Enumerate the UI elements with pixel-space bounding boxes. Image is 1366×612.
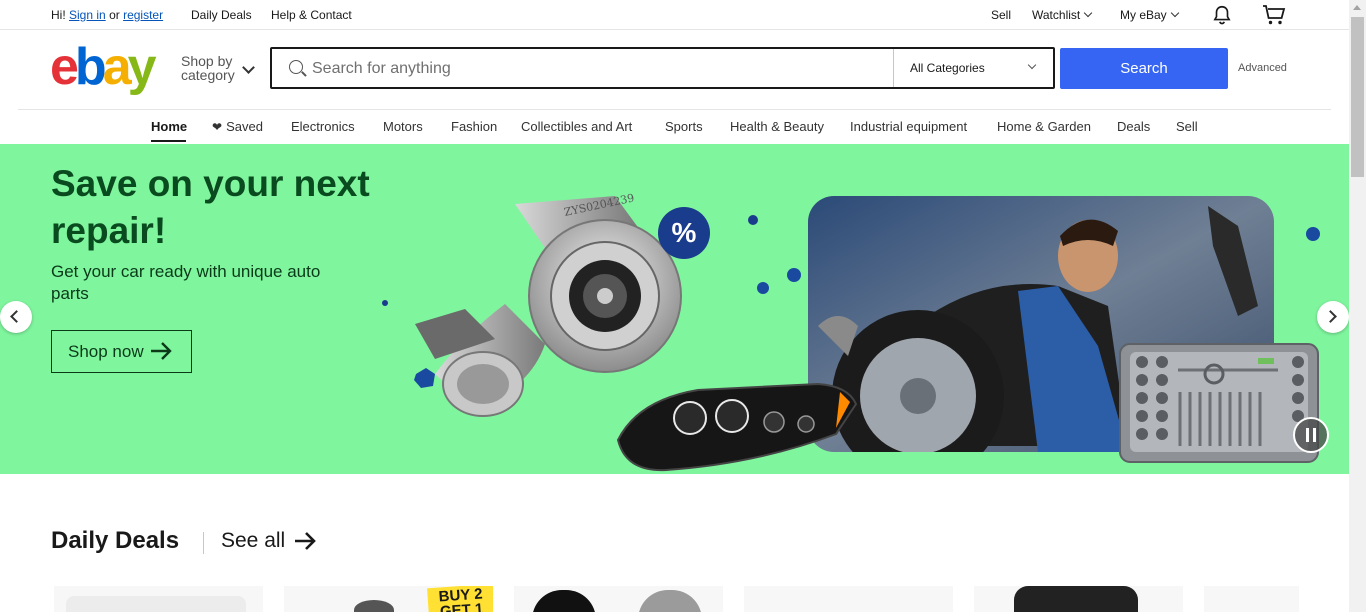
active-tab-underline [151, 140, 186, 142]
greeting-area: Hi! Sign in or register [51, 8, 163, 22]
daily-deals-link[interactable]: Daily Deals [191, 8, 252, 22]
page-scrollbar[interactable] [1349, 0, 1366, 612]
advanced-search-link[interactable]: Advanced [1238, 62, 1287, 74]
daily-deals-heading: Daily Deals [51, 527, 180, 554]
watchlist-label: Watchlist [1032, 8, 1081, 22]
chevron-down-icon [1170, 8, 1179, 18]
heading-divider [203, 532, 204, 554]
heart-icon: ❤ [212, 120, 223, 134]
see-all-link[interactable]: See all [221, 529, 285, 553]
nav-item-fashion[interactable]: Fashion [451, 119, 497, 134]
search-bar: All Categories [270, 47, 1055, 89]
shop-by-category-button[interactable]: Shop by category [181, 54, 235, 82]
promo-badge: BUY 2 GET 1 [427, 586, 493, 612]
nav-item-collectibles[interactable]: Collectibles and Art [521, 119, 632, 134]
greeting-text: Hi! [51, 8, 66, 22]
arrow-right-icon[interactable] [293, 530, 317, 557]
my-ebay-label: My eBay [1120, 8, 1167, 22]
nav-item-saved[interactable]: ❤ Saved [212, 119, 263, 134]
nav-item-electronics[interactable]: Electronics [291, 119, 355, 134]
search-input[interactable] [312, 57, 872, 81]
chevron-down-icon [1083, 8, 1093, 18]
watchlist-menu[interactable]: Watchlist [1032, 8, 1093, 22]
deal-card[interactable] [974, 586, 1183, 612]
carousel-prev-button[interactable] [0, 301, 32, 333]
chevron-left-icon [10, 310, 23, 323]
chevron-right-icon [1324, 310, 1337, 323]
discount-badge: % [658, 207, 710, 259]
nav-item-home[interactable]: Home [151, 119, 187, 134]
shop-by-label: Shop by [181, 53, 233, 69]
scroll-up-icon[interactable] [1353, 5, 1361, 10]
category-select[interactable]: All Categories [893, 49, 1053, 87]
nav-item-sports[interactable]: Sports [665, 119, 703, 134]
nav-item-home-garden[interactable]: Home & Garden [997, 119, 1091, 134]
top-utility-bar: Hi! Sign in or register Daily Deals Help… [0, 0, 1349, 30]
nav-item-industrial[interactable]: Industrial equipment [850, 119, 967, 134]
category-label: category [181, 67, 235, 83]
pause-icon [1306, 428, 1309, 442]
deal-card[interactable] [744, 586, 953, 612]
sign-in-link[interactable]: Sign in [69, 8, 106, 22]
tap-die-set-image [1119, 343, 1319, 463]
main-header: ebay Shop by category All Categories Sea… [0, 31, 1349, 109]
chevron-down-icon[interactable] [242, 61, 255, 74]
search-icon [289, 60, 303, 74]
deal-card[interactable] [514, 586, 723, 612]
carousel-pause-button[interactable] [1293, 417, 1329, 453]
headlight-image [616, 382, 858, 472]
sell-link[interactable]: Sell [991, 8, 1011, 22]
or-text: or [109, 8, 120, 22]
scrollbar-thumb[interactable] [1351, 17, 1364, 177]
deal-card[interactable] [1204, 586, 1299, 612]
bell-icon[interactable] [1211, 4, 1233, 29]
carousel-next-button[interactable] [1317, 301, 1349, 333]
category-nav: Home ❤ Saved Electronics Motors Fashion C… [0, 110, 1349, 144]
nav-item-health-beauty[interactable]: Health & Beauty [730, 119, 824, 134]
register-link[interactable]: register [123, 8, 163, 22]
chevron-down-icon [1027, 60, 1037, 70]
help-contact-link[interactable]: Help & Contact [271, 8, 352, 22]
nav-item-sell[interactable]: Sell [1176, 119, 1198, 134]
my-ebay-menu[interactable]: My eBay [1120, 8, 1179, 22]
category-select-value: All Categories [910, 61, 985, 75]
cart-icon[interactable] [1262, 4, 1286, 29]
nav-item-motors[interactable]: Motors [383, 119, 423, 134]
deal-card[interactable] [54, 586, 263, 612]
ebay-logo[interactable]: ebay [50, 41, 157, 93]
deal-card[interactable]: BUY 2 GET 1 [284, 586, 493, 612]
nav-item-deals[interactable]: Deals [1117, 119, 1150, 134]
hero-banner[interactable]: Save on your next repair! Get your car r… [0, 144, 1349, 474]
search-button[interactable]: Search [1060, 48, 1228, 89]
